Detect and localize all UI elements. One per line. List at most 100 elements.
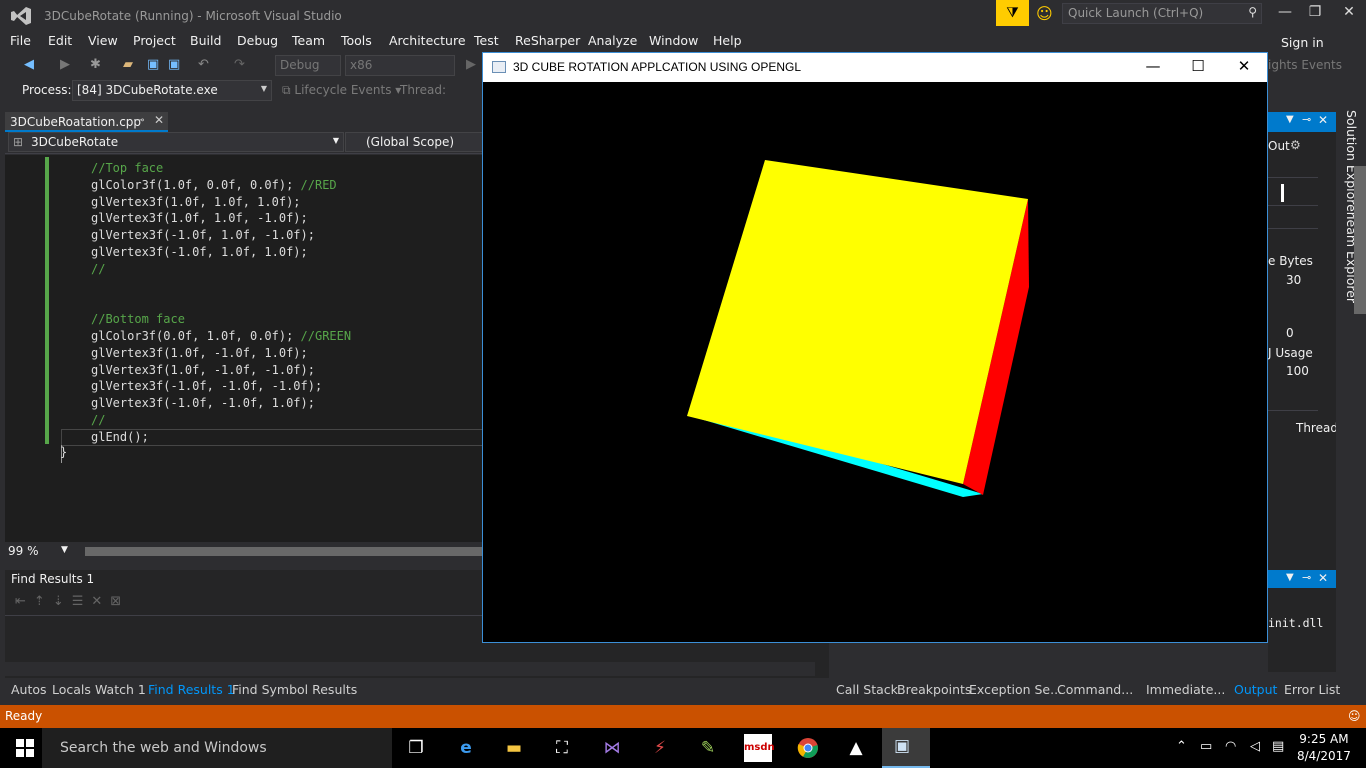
horizontal-scrollbar[interactable]	[85, 547, 483, 556]
tab-output[interactable]: Output	[1234, 682, 1277, 697]
new-project-icon[interactable]: ✱	[90, 57, 101, 72]
menu-tools[interactable]: Tools	[341, 33, 372, 48]
photos-icon[interactable]: ▲	[842, 734, 870, 762]
document-tab[interactable]: 3DCubeRoatation.cpp ⊸ ✕	[5, 112, 168, 132]
menu-test[interactable]: Test	[474, 33, 499, 48]
opengl-close-button[interactable]: ✕	[1229, 57, 1259, 75]
navigate-back-icon[interactable]: ◀	[24, 57, 34, 72]
navigate-forward-icon[interactable]: ▶	[60, 57, 70, 72]
chevron-down-icon[interactable]: ▼	[1286, 114, 1294, 125]
find-results-scrollbar[interactable]	[5, 662, 815, 676]
opengl-minimize-button[interactable]: —	[1138, 57, 1168, 75]
menu-view[interactable]: View	[88, 33, 118, 48]
pin-icon[interactable]: ⊸	[1302, 113, 1311, 126]
maximize-button[interactable]: ❐	[1300, 4, 1330, 20]
feedback-filter-icon[interactable]: ⧩	[996, 0, 1029, 26]
msdn-icon[interactable]: msdn	[744, 734, 775, 762]
opengl-app-taskbar-button[interactable]: ▣	[882, 728, 930, 768]
volume-icon[interactable]: ◁	[1250, 739, 1260, 754]
tab-locals[interactable]: Locals	[52, 682, 91, 697]
menu-build[interactable]: Build	[190, 33, 221, 48]
code-comment: //Bottom face	[91, 312, 185, 327]
menu-file[interactable]: File	[10, 33, 31, 48]
notifications-icon[interactable]: ☺	[1348, 709, 1361, 723]
battery-icon[interactable]: ▭	[1200, 739, 1212, 754]
stop-icon[interactable]: ✕	[91, 594, 110, 609]
close-tab-icon[interactable]: ✕	[154, 113, 164, 127]
chevron-down-icon[interactable]: ▼	[61, 545, 68, 555]
scope-select[interactable]: (Global Scope)	[345, 132, 485, 152]
menu-window[interactable]: Window	[649, 33, 698, 48]
save-icon[interactable]: ▣	[147, 57, 159, 72]
chevron-down-icon[interactable]: ▼	[1286, 572, 1294, 583]
redo-icon[interactable]: ↷	[234, 57, 245, 72]
edge-browser-icon[interactable]: e	[452, 734, 480, 762]
app-icon[interactable]: ⚡	[646, 734, 674, 762]
go-to-location-icon[interactable]: ⇤	[15, 594, 34, 609]
tab-call-stack[interactable]: Call Stack	[836, 682, 898, 697]
action-center-icon[interactable]: ▤	[1272, 739, 1284, 754]
next-result-icon[interactable]: ⇣	[53, 594, 72, 609]
clear-icon[interactable]: ☰	[72, 594, 92, 609]
tab-exception-settings[interactable]: Exception Se...	[969, 682, 1062, 697]
continue-icon[interactable]: ▶	[466, 57, 476, 72]
menu-resharper[interactable]: ReSharper	[515, 33, 580, 48]
search-icon: ⚲	[1248, 5, 1257, 19]
opengl-render-canvas[interactable]	[483, 82, 1267, 642]
visual-studio-taskbar-icon[interactable]: ⋈	[598, 734, 626, 762]
menu-edit[interactable]: Edit	[48, 33, 72, 48]
store-icon[interactable]: ⛶	[548, 734, 576, 762]
menu-help[interactable]: Help	[713, 33, 742, 48]
pin-icon[interactable]: ⊸	[136, 115, 144, 126]
tab-find-results-1[interactable]: Find Results 1	[148, 682, 235, 697]
pin-icon[interactable]: ⊸	[1302, 571, 1311, 584]
tab-error-list[interactable]: Error List	[1284, 682, 1340, 697]
send-feedback-smiley-icon[interactable]: ☺	[1036, 4, 1053, 23]
taskbar-clock[interactable]: 9:25 AM 8/4/2017	[1297, 731, 1351, 765]
taskbar-search-box[interactable]: Search the web and Windows	[42, 728, 392, 768]
close-panel-icon[interactable]: ✕	[1318, 113, 1328, 127]
settings-icon[interactable]: ⚙	[1290, 138, 1301, 152]
changed-lines-indicator	[45, 157, 49, 444]
show-hidden-icons[interactable]: ⌃	[1176, 739, 1187, 754]
menu-team[interactable]: Team	[292, 33, 325, 48]
lifecycle-events-button[interactable]: ⧉ Lifecycle Events ▾	[282, 83, 401, 98]
minimize-button[interactable]: —	[1270, 4, 1300, 20]
close-button[interactable]: ✕	[1334, 4, 1364, 20]
menu-debug[interactable]: Debug	[237, 33, 278, 48]
project-select[interactable]: ⊞ 3DCubeRotate ▼	[8, 132, 344, 152]
sign-in-link[interactable]: Sign in	[1281, 35, 1324, 50]
solution-platform-select[interactable]: x86	[345, 55, 455, 76]
undo-icon[interactable]: ↶	[198, 57, 209, 72]
opengl-window[interactable]: 3D CUBE ROTATION APPLCATION USING OPENGL…	[482, 52, 1268, 643]
chrome-icon[interactable]	[794, 734, 822, 762]
tab-command-window[interactable]: Command...	[1057, 682, 1133, 697]
quick-launch-input[interactable]: Quick Launch (Ctrl+Q) ⚲	[1062, 3, 1262, 24]
tab-find-symbol-results[interactable]: Find Symbol Results	[232, 682, 357, 697]
windows-start-icon[interactable]	[16, 739, 34, 757]
vertical-scrollbar-thumb[interactable]	[1354, 166, 1366, 314]
tab-autos[interactable]: Autos	[11, 682, 47, 697]
file-explorer-icon[interactable]: ▬	[500, 734, 528, 762]
open-file-icon[interactable]: ▰	[123, 57, 133, 72]
wifi-icon[interactable]: ◠	[1225, 739, 1236, 754]
task-view-icon[interactable]: ❐	[402, 734, 430, 762]
zoom-level[interactable]: 99 %	[8, 544, 39, 558]
previous-result-icon[interactable]: ⇡	[34, 594, 53, 609]
tab-immediate-window[interactable]: Immediate...	[1146, 682, 1225, 697]
process-select[interactable]: [84] 3DCubeRotate.exe ▼	[72, 80, 272, 101]
solution-configuration-select[interactable]: Debug	[275, 55, 341, 76]
tab-breakpoints[interactable]: Breakpoints	[897, 682, 971, 697]
code-editor[interactable]: //Top face glColor3f(1.0f, 0.0f, 0.0f); /…	[5, 155, 483, 542]
save-all-icon[interactable]: ▣	[168, 57, 180, 72]
tab-watch-1[interactable]: Watch 1	[95, 682, 146, 697]
notepad-plus-icon[interactable]: ✎	[694, 734, 722, 762]
menu-architecture[interactable]: Architecture	[389, 33, 466, 48]
opengl-maximize-button[interactable]: ☐	[1183, 57, 1213, 75]
cpu-usage-max: 100	[1286, 364, 1309, 378]
menu-analyze[interactable]: Analyze	[588, 33, 637, 48]
application-insights-label[interactable]: ights Events	[1268, 58, 1342, 72]
menu-project[interactable]: Project	[133, 33, 176, 48]
cancel-find-icon[interactable]: ⊠	[110, 594, 129, 609]
close-panel-icon[interactable]: ✕	[1318, 571, 1328, 585]
